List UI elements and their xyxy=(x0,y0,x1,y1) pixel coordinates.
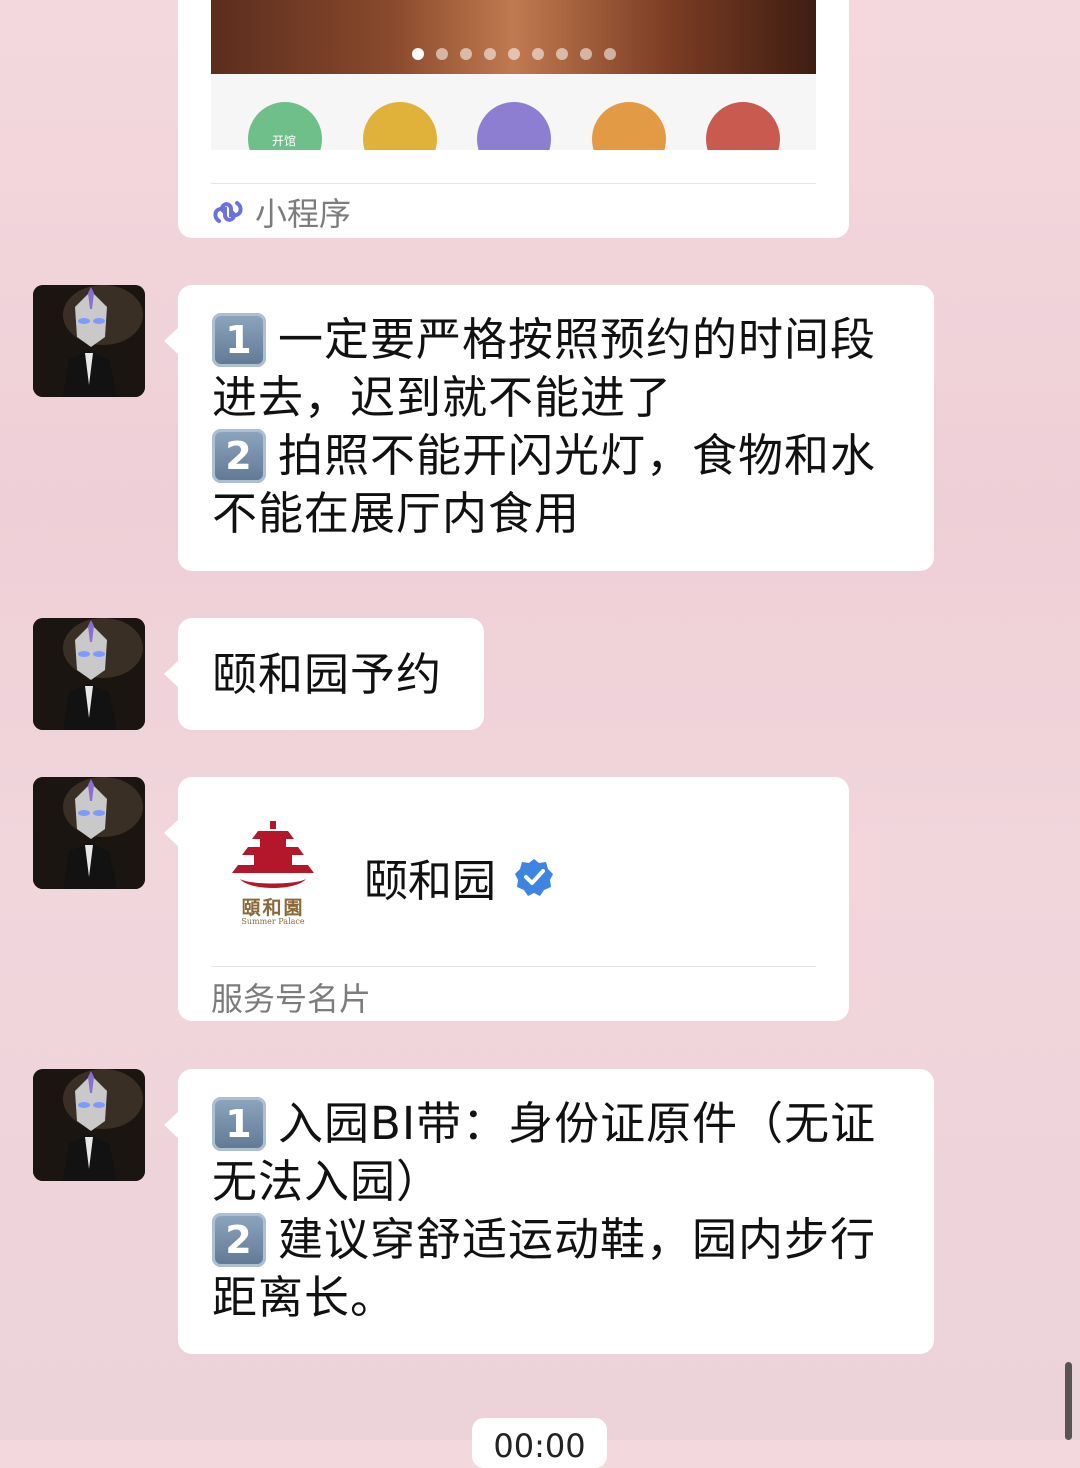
number-badge: 1 xyxy=(212,1097,266,1151)
verified-badge-icon xyxy=(515,859,553,896)
mini-program-label: 小程序 xyxy=(255,195,352,233)
mini-program-footer: 小程序 xyxy=(211,189,351,235)
message-line: 2 拍照不能开闪光灯，食物和水 xyxy=(212,427,900,485)
service-account-footer: 服务号名片 xyxy=(211,980,372,1018)
avatar-image xyxy=(33,618,145,730)
message-line-text: 进去，迟到就不能进了 xyxy=(212,371,673,424)
number-badge: 2 xyxy=(212,429,266,483)
carousel-dot[interactable] xyxy=(411,48,424,60)
mini-program-icon-row: 开馆 xyxy=(211,74,816,150)
logo-english-text: Summer Palace xyxy=(241,917,305,926)
open-hours-icon-label: 开馆 xyxy=(272,134,297,148)
number-badge: 1 xyxy=(212,313,266,367)
mini-program-link-icon xyxy=(213,201,243,223)
carousel-dot[interactable] xyxy=(579,48,592,60)
message-line: 1 一定要严格按照预约的时间段 xyxy=(212,311,900,369)
avatar[interactable] xyxy=(33,777,145,889)
message-line: 进去，迟到就不能进了 xyxy=(212,369,900,427)
message-text: 1 一定要严格按照预约的时间段 进去，迟到就不能进了 2 拍照不能开闪光灯，食物和水… xyxy=(178,285,934,567)
message-text: 颐和园予约 xyxy=(212,648,443,701)
account-name-row: 颐和园 xyxy=(364,845,554,909)
carousel-dot[interactable] xyxy=(435,48,448,60)
carousel-dot[interactable] xyxy=(459,48,472,60)
avatar[interactable] xyxy=(33,1069,145,1181)
carousel-dot[interactable] xyxy=(531,48,544,60)
avatar-image xyxy=(33,1069,145,1181)
account-name: 颐和园 xyxy=(364,856,496,907)
carousel-dot[interactable] xyxy=(603,48,616,60)
message-line-text: 无法入园） xyxy=(212,1155,443,1208)
message-line: 不能在展厅内食用 xyxy=(212,485,900,543)
message-text: 1 入园BI带：身份证原件（无证 无法入园） 2 建议穿舒适运动鞋，园内步行 距离长… xyxy=(178,1069,934,1351)
message-line-text: 一定要严格按照预约的时间段 xyxy=(278,313,877,366)
message-line: 无法入园） xyxy=(212,1153,900,1211)
scrollbar[interactable] xyxy=(1065,1362,1072,1440)
carousel-dot[interactable] xyxy=(483,48,496,60)
carousel-dots xyxy=(211,48,816,60)
message-line: 1 入园BI带：身份证原件（无证 xyxy=(212,1095,900,1153)
logo-chinese-text: 頤和園 xyxy=(241,897,305,919)
message-line-text: 建议穿舒适运动鞋，园内步行 xyxy=(278,1213,877,1266)
message-bubble[interactable]: 1 一定要严格按照预约的时间段 进去，迟到就不能进了 2 拍照不能开闪光灯，食物和水… xyxy=(164,285,934,571)
avatar[interactable] xyxy=(33,618,145,730)
open-hours-icon[interactable]: 开馆 xyxy=(248,102,322,150)
avatar[interactable] xyxy=(33,285,145,397)
culture-icon[interactable] xyxy=(706,102,780,150)
guide-icon[interactable] xyxy=(363,102,437,150)
carousel-dot[interactable] xyxy=(555,48,568,60)
avatar-image xyxy=(33,285,145,397)
card-divider xyxy=(211,966,816,967)
carousel-dot[interactable] xyxy=(507,48,520,60)
message-line-text: 不能在展厅内食用 xyxy=(212,487,581,540)
pagoda-icon xyxy=(232,821,314,888)
timestamp-label: 00:00 xyxy=(472,1418,607,1468)
message-line: 距离长。 xyxy=(212,1269,900,1327)
message-line-text: 入园BI带：身份证原件（无证 xyxy=(278,1097,877,1150)
summer-palace-logo: 頤和園 Summer Palace xyxy=(230,819,316,927)
service-account-card[interactable]: 頤和園 Summer Palace 颐和园 服务号名片 xyxy=(164,777,849,1021)
message-bubble[interactable]: 1 入园BI带：身份证原件（无证 无法入园） 2 建议穿舒适运动鞋，园内步行 距离长… xyxy=(164,1069,934,1354)
message-line-text: 距离长。 xyxy=(212,1271,397,1324)
message-line: 2 建议穿舒适运动鞋，园内步行 xyxy=(212,1211,900,1269)
card-divider xyxy=(211,183,816,184)
avatar-image xyxy=(33,777,145,889)
book-icon[interactable] xyxy=(477,102,551,150)
number-badge: 2 xyxy=(212,1213,266,1267)
mini-program-card[interactable]: 开馆 小程序 xyxy=(178,0,849,238)
message-line-text: 拍照不能开闪光灯，食物和水 xyxy=(278,429,877,482)
message-bubble[interactable]: 颐和园予约 xyxy=(164,618,484,730)
shop-icon[interactable] xyxy=(592,102,666,150)
mini-program-banner-image xyxy=(211,0,816,74)
